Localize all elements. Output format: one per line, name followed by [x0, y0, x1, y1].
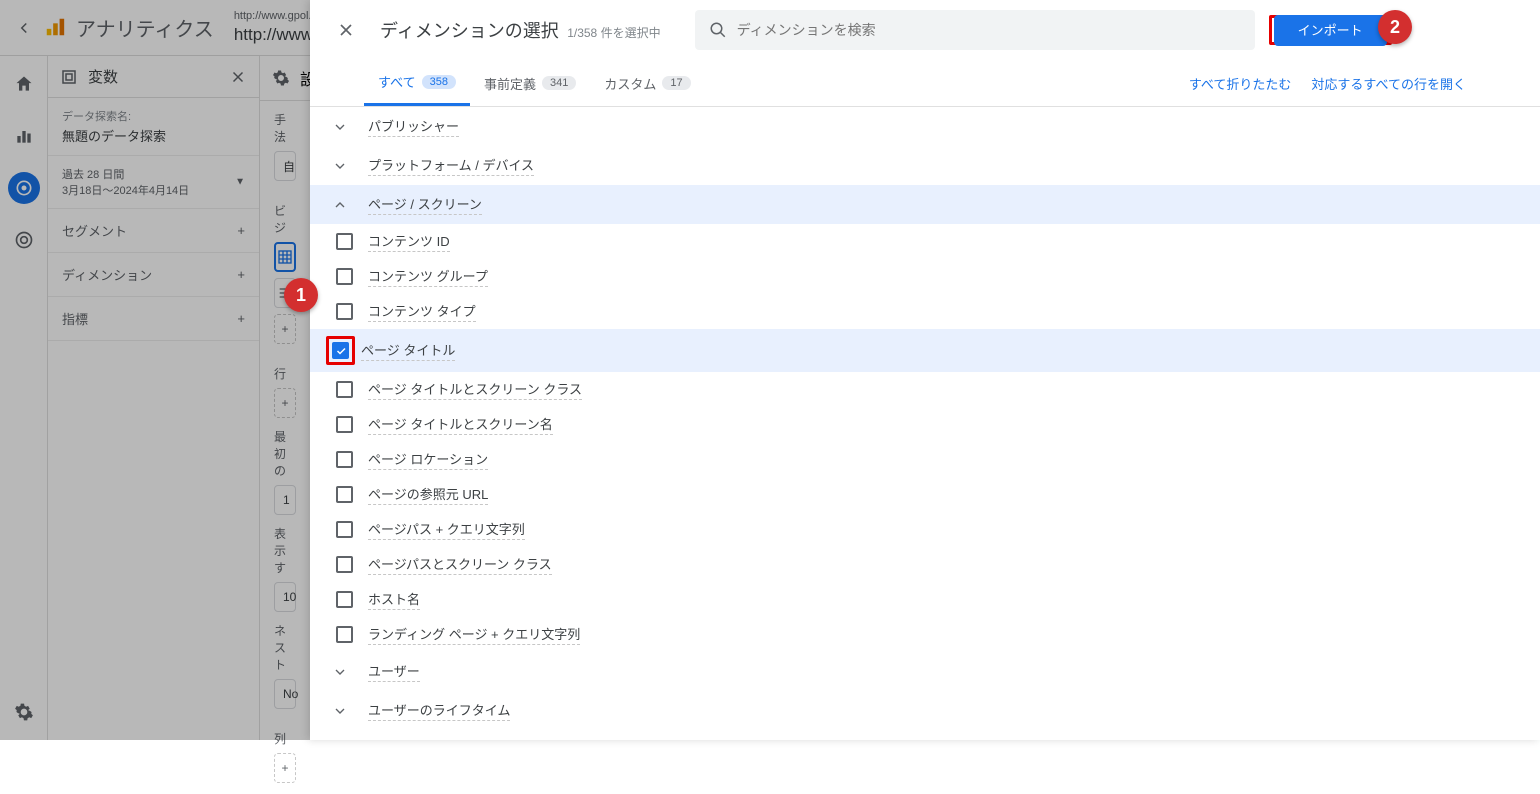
filter-tab[interactable]: 事前定義 341: [470, 62, 590, 105]
category-row[interactable]: ユーザー属性: [310, 730, 1540, 740]
checkbox[interactable]: [336, 626, 353, 643]
cols-drop: +: [274, 753, 296, 783]
dimension-label: コンテンツ タイプ: [368, 301, 476, 322]
dimension-item[interactable]: ページパス + クエリ文字列: [310, 512, 1540, 547]
modal-selection-count: 1/358 件を選択中: [567, 26, 660, 40]
search-box[interactable]: [695, 10, 1255, 50]
chevron-down-icon: [332, 158, 356, 174]
checkbox[interactable]: [336, 381, 353, 398]
dimension-label: ページ タイトルとスクリーン クラス: [368, 379, 582, 400]
checkbox[interactable]: [336, 556, 353, 573]
checkbox[interactable]: [336, 486, 353, 503]
tab-count: 17: [662, 76, 690, 90]
dimension-item[interactable]: ページ タイトルとスクリーン名: [310, 407, 1540, 442]
dimension-label: ページパスとスクリーン クラス: [368, 554, 552, 575]
tab-label: カスタム: [604, 74, 656, 93]
category-row[interactable]: ユーザーのライフタイム: [310, 691, 1540, 730]
checkbox[interactable]: [332, 342, 349, 359]
checkbox[interactable]: [336, 521, 353, 538]
checkbox[interactable]: [336, 416, 353, 433]
dimension-label: コンテンツ グループ: [368, 266, 488, 287]
search-icon: [709, 21, 727, 39]
dimension-label: ページ ロケーション: [368, 449, 488, 470]
chevron-down-icon: [332, 664, 356, 680]
category-label: ユーザー: [368, 661, 420, 682]
annotation-callout-2: 2: [1378, 10, 1412, 44]
close-button[interactable]: [326, 10, 366, 50]
filter-tab[interactable]: カスタム 17: [590, 62, 704, 105]
dimension-label: コンテンツ ID: [368, 231, 450, 252]
dimension-label: ページ タイトル: [361, 340, 455, 361]
chevron-down-icon: [332, 703, 356, 719]
category-row[interactable]: ページ / スクリーン: [310, 185, 1540, 224]
chevron-up-icon: [332, 197, 356, 213]
dimension-label: ホスト名: [368, 589, 420, 610]
modal-header: ディメンションの選択 1/358 件を選択中 インポート: [310, 0, 1540, 60]
search-input[interactable]: [737, 22, 1241, 38]
dimension-label: ランディング ページ + クエリ文字列: [368, 624, 580, 645]
chevron-down-icon: [332, 119, 356, 135]
checkbox[interactable]: [336, 303, 353, 320]
annotation-callout-1: 1: [284, 278, 318, 312]
tab-count: 341: [542, 76, 576, 90]
dimension-item[interactable]: ページパスとスクリーン クラス: [310, 547, 1540, 582]
dimension-item[interactable]: ページの参照元 URL: [310, 477, 1540, 512]
checkbox[interactable]: [336, 591, 353, 608]
dimension-item[interactable]: ページ タイトルとスクリーン クラス: [310, 372, 1540, 407]
import-button[interactable]: インポート: [1274, 15, 1387, 46]
collapse-all-link[interactable]: すべて折りたたむ: [1189, 74, 1292, 93]
filter-tab[interactable]: すべて 358: [364, 60, 470, 106]
checkbox[interactable]: [336, 451, 353, 468]
modal-title: ディメンションの選択: [380, 21, 559, 41]
tab-count: 358: [422, 75, 456, 89]
category-label: ページ / スクリーン: [368, 194, 482, 215]
checkbox[interactable]: [336, 268, 353, 285]
category-row[interactable]: ユーザー: [310, 652, 1540, 691]
category-row[interactable]: パブリッシャー: [310, 107, 1540, 146]
tab-label: すべて: [378, 72, 416, 91]
dimension-item[interactable]: コンテンツ グループ: [310, 259, 1540, 294]
category-label: プラットフォーム / デバイス: [368, 155, 534, 176]
dimension-item[interactable]: ホスト名: [310, 582, 1540, 617]
dimension-item[interactable]: ページ タイトル: [310, 329, 1540, 372]
dimension-label: ページの参照元 URL: [368, 484, 488, 505]
expand-all-link[interactable]: 対応するすべての行を開く: [1311, 74, 1466, 93]
dimension-label: ページ タイトルとスクリーン名: [368, 414, 553, 435]
checkbox[interactable]: [336, 233, 353, 250]
modal-tabs: すべて 358 事前定義 341 カスタム 17 すべて折りたたむ 対応するすべての行を開…: [310, 60, 1540, 107]
dimension-item[interactable]: ランディング ページ + クエリ文字列: [310, 617, 1540, 652]
dimension-item[interactable]: コンテンツ ID: [310, 224, 1540, 259]
modal-body[interactable]: パブリッシャープラットフォーム / デバイスページ / スクリーンコンテンツ I…: [310, 107, 1540, 740]
dimension-item[interactable]: ページ ロケーション: [310, 442, 1540, 477]
category-label: パブリッシャー: [368, 116, 459, 137]
import-button-highlight: インポート: [1269, 15, 1392, 45]
dimension-picker-modal: ディメンションの選択 1/358 件を選択中 インポート すべて 358 事前定義 3…: [310, 0, 1540, 740]
dimension-item[interactable]: コンテンツ タイプ: [310, 294, 1540, 329]
dimension-label: ページパス + クエリ文字列: [368, 519, 525, 540]
category-label: ユーザーのライフタイム: [368, 700, 510, 721]
tab-label: 事前定義: [484, 74, 536, 93]
category-row[interactable]: プラットフォーム / デバイス: [310, 146, 1540, 185]
checkbox-highlight: [326, 336, 355, 365]
